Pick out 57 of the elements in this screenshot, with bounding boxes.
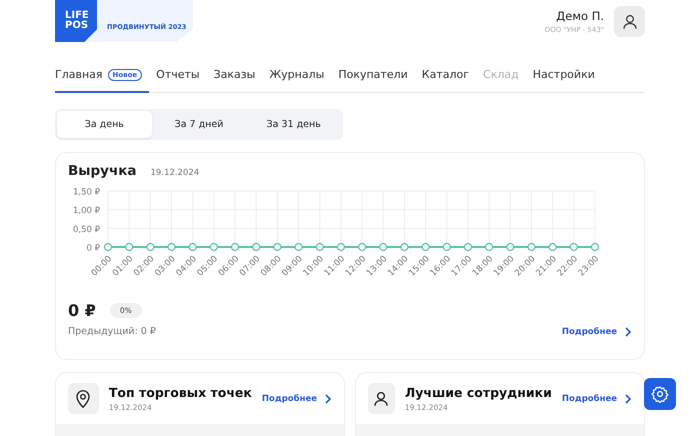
nav-tab[interactable]: Каталог: [414, 58, 476, 93]
data-point: [188, 242, 197, 252]
more-link[interactable]: Подробнее: [562, 394, 632, 404]
y-axis-label: 0 ₽: [86, 244, 100, 254]
data-point: [294, 242, 303, 252]
data-point: [422, 242, 430, 252]
revenue-total: 0 ₽: [68, 301, 96, 320]
data-point: [358, 242, 366, 252]
more-link[interactable]: Подробнее: [262, 394, 332, 404]
previous-revenue: Предыдущий: 0 ₽: [68, 326, 156, 337]
settings-button[interactable]: [644, 378, 676, 410]
data-point: [527, 242, 536, 252]
card-title: Выручка: [68, 163, 137, 179]
data-point: [464, 242, 472, 252]
data-point: [548, 242, 557, 252]
data-point: [506, 242, 514, 252]
y-axis-label: 0,50 ₽: [72, 224, 100, 235]
data-point: [125, 242, 134, 252]
data-point: [379, 242, 388, 252]
data-point: [570, 242, 578, 252]
y-axis-label: 1,00 ₽: [72, 206, 100, 216]
period-tab[interactable]: За 7 дней: [152, 111, 246, 138]
nav-tab[interactable]: Настройки: [526, 58, 602, 93]
chevron-icon: [324, 394, 332, 404]
data-point: [210, 242, 218, 252]
logo[interactable]: LIFE POS: [55, 0, 97, 42]
data-point: [167, 242, 176, 252]
settings-icon: [651, 385, 669, 403]
card-title: Топ торговых точек: [108, 385, 252, 400]
data-point: [336, 242, 346, 252]
data-point: [316, 242, 324, 252]
nav-tab[interactable]: Журналы: [262, 58, 332, 93]
avatar-button[interactable]: [614, 6, 645, 37]
period-tab[interactable]: За день: [57, 111, 152, 138]
data-point: [442, 242, 451, 252]
data-point: [485, 242, 494, 252]
data-point: [273, 242, 282, 252]
data-point: [590, 242, 600, 252]
more-link[interactable]: Подробнее: [562, 326, 632, 336]
card-date: 19.12.2024: [150, 168, 200, 178]
data-point: [252, 242, 260, 252]
y-axis-label: 1,50 ₽: [72, 188, 100, 198]
person-icon: [620, 12, 638, 30]
location-pin-icon: [74, 388, 92, 408]
data-point: [146, 242, 154, 252]
person-icon: [372, 390, 390, 408]
data-point: [400, 242, 409, 252]
data-point: [230, 242, 240, 252]
data-point: [104, 242, 112, 252]
nav-tab[interactable]: Отчеты: [149, 58, 207, 93]
chevron-icon: [624, 326, 632, 336]
nav-tab[interactable]: Покупатели: [331, 58, 415, 93]
card-title: Лучшие сотрудники: [404, 385, 552, 400]
nav-tab[interactable]: Заказы: [206, 58, 262, 93]
chevron-icon: [624, 394, 632, 404]
user-name: Демо П.: [556, 9, 604, 23]
period-tab[interactable]: За 31 день: [246, 111, 342, 138]
